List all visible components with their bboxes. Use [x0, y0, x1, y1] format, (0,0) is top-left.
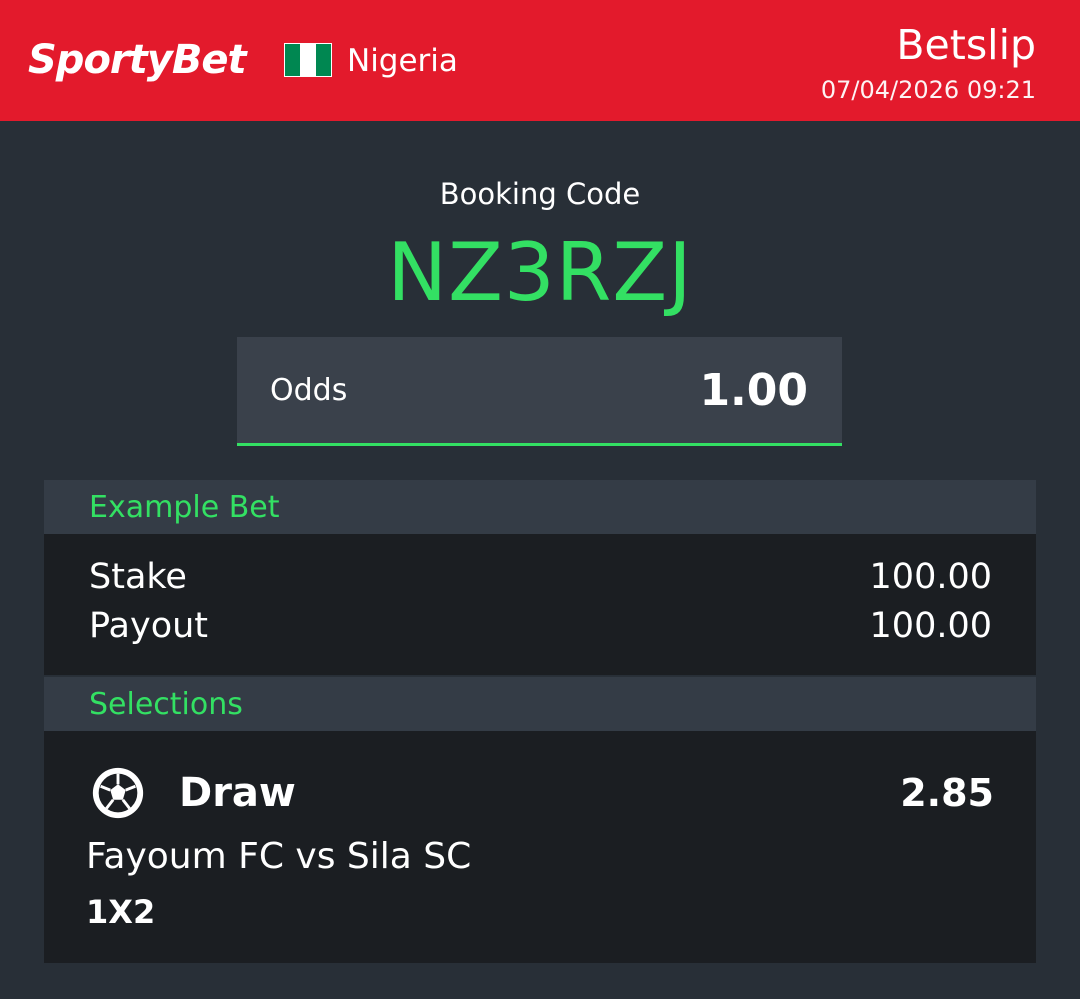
booking-code-value[interactable]: NZ3RZJ	[0, 228, 1080, 318]
selection-odds: 2.85	[900, 771, 994, 815]
example-bet-header: Example Bet	[44, 480, 1036, 534]
stake-label: Stake	[89, 557, 187, 597]
page-title: Betslip	[896, 21, 1036, 69]
selection-market: 1X2	[86, 893, 156, 931]
timestamp: 07/04/2026 09:21	[820, 76, 1036, 104]
payout-label: Payout	[89, 606, 209, 646]
odds-label: Odds	[270, 373, 348, 408]
selection-match: Fayoum FC vs Sila SC	[86, 836, 472, 877]
selection-item[interactable]: Draw 2.85 Fayoum FC vs Sila SC 1X2	[44, 731, 1036, 963]
total-odds-box: Odds 1.00	[237, 337, 842, 446]
selections-header: Selections	[44, 677, 1036, 731]
soccer-ball-icon	[92, 767, 144, 819]
sportybet-logo[interactable]: SportyBet	[28, 34, 247, 86]
odds-value: 1.00	[699, 365, 808, 416]
selections-title: Selections	[89, 687, 243, 722]
selection-pick: Draw	[179, 770, 296, 816]
nigeria-flag-icon	[284, 43, 332, 77]
app-header: SportyBet Nigeria Betslip 07/04/2026 09:…	[0, 0, 1080, 121]
country-label: Nigeria	[347, 43, 458, 79]
payout-value: 100.00	[869, 606, 992, 646]
example-bet-title: Example Bet	[89, 490, 280, 525]
booking-code-label: Booking Code	[439, 177, 641, 211]
example-bet-body: Stake 100.00 Payout 100.00	[44, 534, 1036, 675]
stake-value: 100.00	[869, 557, 992, 597]
